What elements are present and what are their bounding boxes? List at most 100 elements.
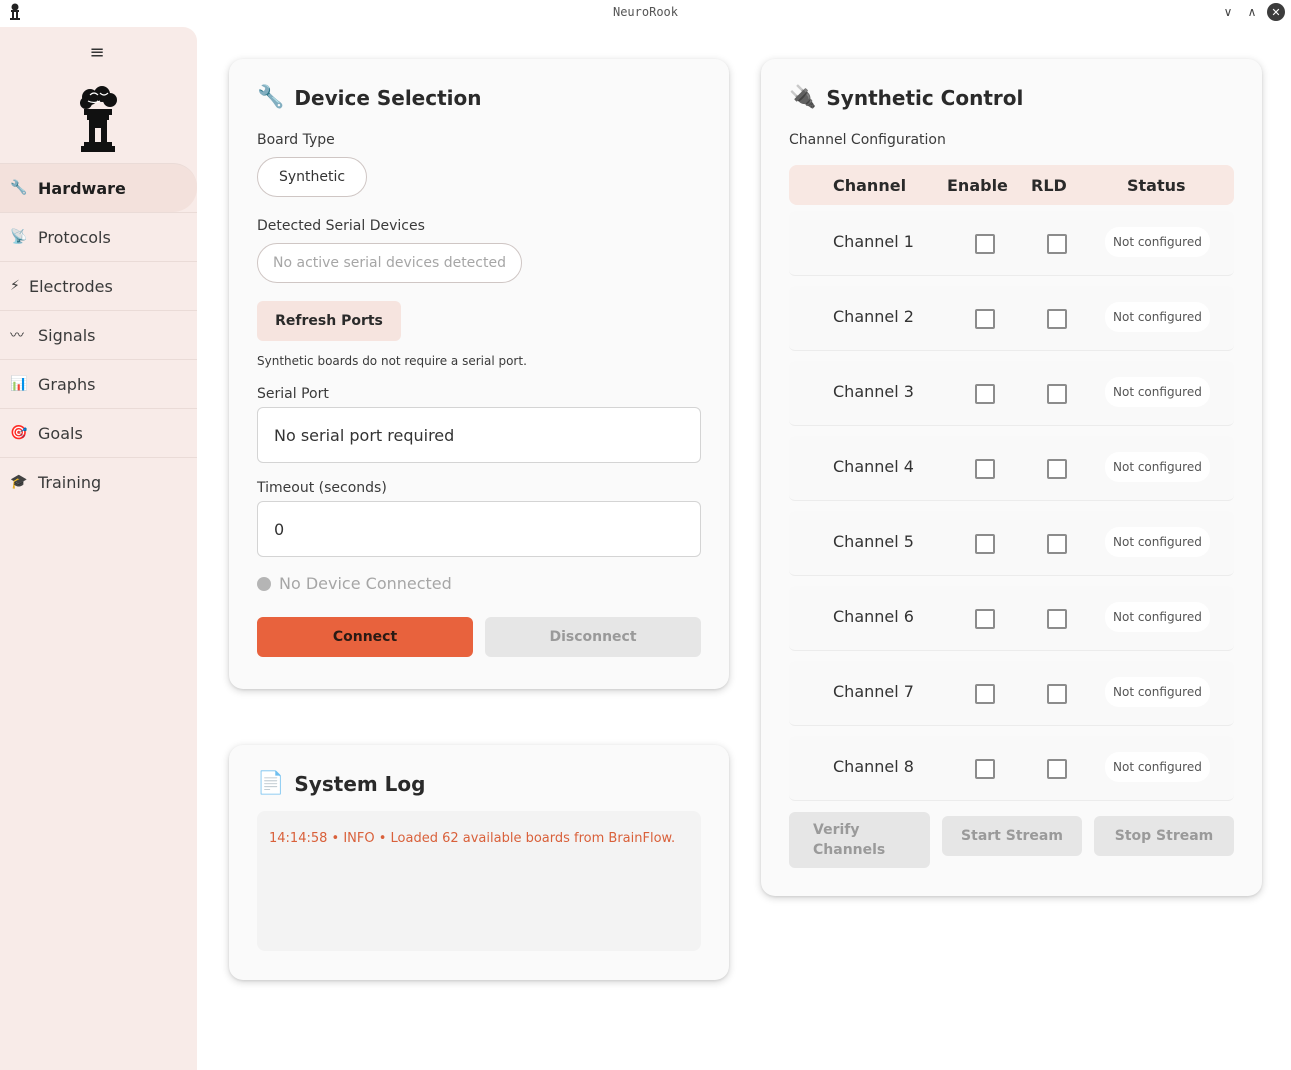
- status-badge: Not configured: [1105, 377, 1210, 407]
- sidebar-item-hardware[interactable]: 🔧 Hardware: [0, 163, 197, 212]
- rld-checkbox[interactable]: [1047, 234, 1067, 254]
- status-badge: Not configured: [1105, 227, 1210, 257]
- hamburger-icon: ≡: [89, 41, 105, 63]
- card-title: 📄 System Log: [257, 771, 426, 796]
- menu-toggle-button[interactable]: ≡: [88, 41, 106, 63]
- enable-checkbox[interactable]: [975, 759, 995, 779]
- sidebar-nav: 🔧 Hardware 📡 Protocols ⚡ Electrodes 〰 Si…: [0, 163, 197, 506]
- satellite-dish-icon: 📡: [10, 229, 28, 245]
- disconnect-button[interactable]: Disconnect: [485, 617, 701, 657]
- header-rld: RLD: [1031, 176, 1067, 195]
- system-log-card: 📄 System Log 14:14:58 • INFO • Loaded 62…: [229, 745, 729, 980]
- channel-name: Channel 4: [833, 457, 914, 476]
- table-row: Channel 1 Not configured: [789, 211, 1234, 276]
- table-row: Channel 8 Not configured: [789, 736, 1234, 801]
- log-output[interactable]: 14:14:58 • INFO • Loaded 62 available bo…: [257, 811, 701, 951]
- channel-name: Channel 8: [833, 757, 914, 776]
- sidebar-item-label: Protocols: [38, 227, 111, 247]
- status-badge: Not configured: [1105, 677, 1210, 707]
- refresh-ports-button[interactable]: Refresh Ports: [257, 301, 401, 341]
- sidebar-item-signals[interactable]: 〰 Signals: [0, 310, 197, 359]
- lightning-icon: ⚡: [10, 278, 20, 294]
- verify-channels-button[interactable]: Verify Channels: [789, 812, 930, 868]
- maximize-button[interactable]: ∧: [1243, 3, 1261, 21]
- graduation-cap-icon: 🎓: [10, 474, 28, 490]
- rld-checkbox[interactable]: [1047, 309, 1067, 329]
- channel-name: Channel 5: [833, 532, 914, 551]
- sidebar-item-graphs[interactable]: 📊 Graphs: [0, 359, 197, 408]
- start-stream-button[interactable]: Start Stream: [942, 816, 1082, 856]
- wave-icon: 〰: [10, 328, 24, 344]
- rld-checkbox[interactable]: [1047, 534, 1067, 554]
- wrench-icon: 🔧: [10, 180, 28, 196]
- sidebar-item-label: Training: [38, 472, 102, 492]
- stop-stream-button[interactable]: Stop Stream: [1094, 816, 1234, 856]
- status-badge: Not configured: [1105, 452, 1210, 482]
- detected-devices-select[interactable]: No active serial devices detected: [257, 243, 522, 283]
- enable-checkbox[interactable]: [975, 684, 995, 704]
- wrench-icon: 🔧: [257, 85, 285, 110]
- chevron-up-icon: ∧: [1247, 5, 1257, 19]
- document-icon: 📄: [257, 771, 285, 796]
- close-icon: ✕: [1271, 5, 1281, 19]
- rld-checkbox[interactable]: [1047, 684, 1067, 704]
- brain-rook-logo-icon: [80, 86, 117, 152]
- log-line: 14:14:58 • INFO • Loaded 62 available bo…: [269, 831, 676, 846]
- table-row: Channel 5 Not configured: [789, 511, 1234, 576]
- target-icon: 🎯: [10, 425, 28, 441]
- synthetic-note: Synthetic boards do not require a serial…: [257, 354, 527, 368]
- channel-name: Channel 2: [833, 307, 914, 326]
- header-status: Status: [1127, 176, 1186, 195]
- sidebar-item-label: Graphs: [38, 374, 96, 394]
- table-row: Channel 3 Not configured: [789, 361, 1234, 426]
- bar-chart-icon: 📊: [10, 376, 28, 392]
- synthetic-control-card: 🔌 Synthetic Control Channel Configuratio…: [761, 59, 1262, 896]
- sidebar-item-protocols[interactable]: 📡 Protocols: [0, 212, 197, 261]
- channel-name: Channel 1: [833, 232, 914, 251]
- channel-name: Channel 7: [833, 682, 914, 701]
- table-row: Channel 4 Not configured: [789, 436, 1234, 501]
- detected-devices-label: Detected Serial Devices: [257, 218, 425, 234]
- status-badge: Not configured: [1105, 602, 1210, 632]
- status-badge: Not configured: [1105, 752, 1210, 782]
- sidebar-item-label: Electrodes: [29, 276, 113, 296]
- timeout-input[interactable]: 0: [257, 501, 701, 557]
- sidebar-item-training[interactable]: 🎓 Training: [0, 457, 197, 506]
- rld-checkbox[interactable]: [1047, 459, 1067, 479]
- chevron-down-icon: ∨: [1223, 5, 1233, 19]
- sidebar-item-label: Goals: [38, 423, 83, 443]
- close-button[interactable]: ✕: [1267, 3, 1285, 21]
- rld-checkbox[interactable]: [1047, 384, 1067, 404]
- header-enable: Enable: [947, 176, 1008, 195]
- connect-button[interactable]: Connect: [257, 617, 473, 657]
- sidebar-item-electrodes[interactable]: ⚡ Electrodes: [0, 261, 197, 310]
- rld-checkbox[interactable]: [1047, 609, 1067, 629]
- status-badge: Not configured: [1105, 302, 1210, 332]
- enable-checkbox[interactable]: [975, 234, 995, 254]
- window-titlebar: NeuroRook ∨ ∧ ✕: [0, 0, 1291, 24]
- rld-checkbox[interactable]: [1047, 759, 1067, 779]
- table-row: Channel 7 Not configured: [789, 661, 1234, 726]
- serial-port-input[interactable]: No serial port required: [257, 407, 701, 463]
- enable-checkbox[interactable]: [975, 459, 995, 479]
- board-type-label: Board Type: [257, 132, 335, 148]
- status-badge: Not configured: [1105, 527, 1210, 557]
- board-type-select[interactable]: Synthetic: [257, 157, 367, 197]
- device-selection-card: 🔧 Device Selection Board Type Synthetic …: [229, 59, 729, 689]
- enable-checkbox[interactable]: [975, 309, 995, 329]
- channel-config-label: Channel Configuration: [789, 132, 946, 148]
- enable-checkbox[interactable]: [975, 609, 995, 629]
- sidebar-item-label: Hardware: [38, 178, 126, 198]
- sidebar: ≡ 🔧 Hardware 📡 Protocols ⚡ Electrodes 〰 …: [0, 27, 197, 1070]
- sidebar-item-label: Signals: [38, 325, 96, 345]
- header-channel: Channel: [833, 176, 907, 195]
- card-title: 🔧 Device Selection: [257, 85, 482, 110]
- plug-icon: 🔌: [789, 85, 817, 110]
- channel-name: Channel 6: [833, 607, 914, 626]
- enable-checkbox[interactable]: [975, 534, 995, 554]
- channel-table-header: Channel Enable RLD Status: [789, 165, 1234, 205]
- sidebar-item-goals[interactable]: 🎯 Goals: [0, 408, 197, 457]
- enable-checkbox[interactable]: [975, 384, 995, 404]
- minimize-button[interactable]: ∨: [1219, 3, 1237, 21]
- card-title: 🔌 Synthetic Control: [789, 85, 1024, 110]
